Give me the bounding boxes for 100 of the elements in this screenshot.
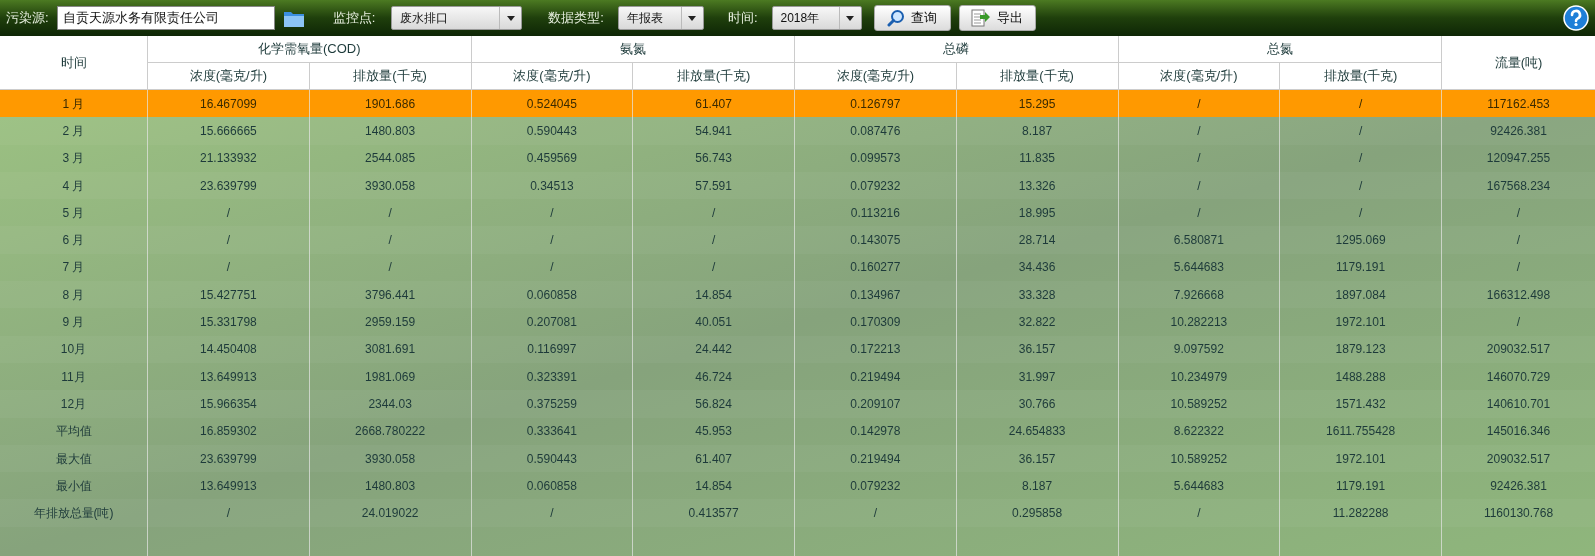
table-cell: 15.966354 [147,390,309,418]
table-cell: 0.079232 [794,472,956,500]
table-row[interactable]: 6 月 / / / / 0.143075 28.714 6.580871 1295.069 / [0,226,1595,254]
table-cell: / [147,226,309,254]
table-cell: 1879.123 [1279,335,1441,363]
table-cell: 2668.780222 [308,417,471,445]
table-cell: / [1279,117,1441,145]
table-row[interactable]: 2 月 15.666665 1480.803 0.590443 54.941 0.087476 8.187 / / 92426.381 [0,117,1595,145]
table-cell-text: 最小值 [54,477,93,495]
table-cell: 146070.729 [1441,362,1595,391]
table-cell: 34.436 [955,253,1118,282]
search-icon [887,9,905,27]
table-cell: 0.524045 [470,90,633,118]
table-cell: / [1117,171,1280,200]
table-cell: 1480.803 [308,472,471,500]
table-cell: 145016.346 [1441,417,1595,445]
table-cell: 0.34513 [470,171,633,200]
table-cell: 5.644683 [1117,472,1280,500]
table-cell: 8.622322 [1117,417,1280,445]
table-cell-text: 9 月 [61,314,86,331]
column-header: 浓度(毫克/升) [1117,63,1280,89]
table-cell: / [147,499,309,527]
table-cell: 31.997 [955,362,1118,391]
table-row[interactable]: 平均值 16.859302 2668.780222 0.333641 45.953 0.142978 24.654833 8.622322 1611.755428 145016.346 [0,417,1595,445]
table-cell: 14.450408 [147,335,309,363]
source-field[interactable]: 自贡天源水务有限责任公司 [56,6,275,30]
table-cell: 0.172213 [794,335,956,363]
table-cell: 3796.441 [308,281,471,309]
dropdown[interactable]: 年报表 [617,6,704,30]
column-group-header: 总氮 [1117,36,1441,63]
table-cell: 3930.058 [308,444,471,473]
table-cell: / [632,226,794,254]
table-row[interactable]: 12月 15.966354 2344.03 0.375259 56.824 0.209107 30.766 10.589252 1571.432 140610.701 [0,390,1595,418]
search-button[interactable]: 查询 [873,5,951,31]
table-row[interactable]: 8 月 15.427751 3796.441 0.060858 14.854 0.134967 33.328 7.926668 1897.084 166312.498 [0,281,1595,309]
table-cell: 3930.058 [308,171,471,200]
table-row[interactable]: 11月 13.649913 1981.069 0.323391 46.724 0.219494 31.997 10.234979 1488.288 146070.729 [0,362,1595,391]
table-cell: 0.333641 [470,417,633,445]
table-cell: 0.160277 [794,253,956,282]
table-cell: 8.187 [955,472,1118,500]
table-cell: 0.459569 [470,144,633,172]
table-cell: / [1279,171,1441,200]
table-cell: 24.654833 [955,417,1118,445]
table-cell-text: 平均值 [54,423,93,441]
table-cell: 0.375259 [470,390,633,418]
dropdown[interactable]: 2018年 [771,6,862,30]
table-cell: / [1279,90,1441,118]
table-cell: / [308,253,471,282]
table-cell: 0.143075 [794,226,956,254]
table-cell: 0.219494 [794,362,956,391]
table-cell: 166312.498 [1441,281,1595,309]
table-cell: 0.590443 [470,117,633,145]
table-cell-text: 4 月 [61,177,86,195]
table-row[interactable]: 最大值 23.639799 3930.058 0.590443 61.407 0.219494 36.157 10.589252 1972.101 209032.517 [0,444,1595,473]
table-cell: / [632,253,794,282]
table-row[interactable]: 7 月 / / / / 0.160277 34.436 5.644683 1179.191 / [0,253,1595,282]
table-cell: 0.099573 [794,144,956,172]
table-cell: 16.467099 [147,90,309,118]
source-label: 污染源: [6,9,49,28]
table-cell: 0.295858 [955,499,1118,527]
table-row[interactable]: 10月 14.450408 3081.691 0.116997 24.442 0.172213 36.157 9.097592 1879.123 209032.517 [0,335,1595,363]
export-button[interactable]: 导出 [958,5,1036,31]
table-cell: 10.589252 [1117,444,1280,473]
table-row[interactable]: 最小值 13.649913 1480.803 0.060858 14.854 0.079232 8.187 5.644683 1179.191 92426.381 [0,472,1595,500]
table-cell-text: 1 月 [61,95,86,113]
table-cell: 15.295 [955,90,1118,118]
help-icon[interactable] [1563,5,1589,31]
column-group-header: 化学需氧量(COD) [147,36,471,63]
table-cell: 36.157 [955,444,1118,473]
table-row[interactable]: 5 月 / / / / 0.113216 18.995 / / / [0,199,1595,227]
table-cell: 0.413577 [632,499,794,527]
table-cell: 15.331798 [147,308,309,336]
table-cell: 0.060858 [470,281,633,309]
monitor-label: 监控点: [332,9,376,28]
table-cell-text: 2 月 [61,122,86,140]
table-cell: 56.743 [632,144,794,172]
table-cell: 46.724 [632,362,794,391]
table-cell: / [1117,117,1280,145]
table-row[interactable]: 1 月 16.467099 1901.686 0.524045 61.407 0.126797 15.295 / / 117162.453 [0,90,1595,118]
table-cell: 117162.453 [1441,90,1595,118]
table-cell: 2544.085 [308,144,471,172]
table-cell-text: 8 月 [61,286,86,304]
table-row[interactable]: 3 月 21.133932 2544.085 0.459569 56.743 0.099573 11.835 / / 120947.255 [0,144,1595,172]
table-cell: 13.326 [955,171,1118,200]
table-cell: 0.207081 [470,308,633,336]
table-row[interactable]: 9 月 15.331798 2959.159 0.207081 40.051 0.170309 32.822 10.282213 1972.101 / [0,308,1595,336]
table-cell: 23.639799 [147,171,309,200]
column-group-header: 氨氮 [470,36,794,63]
table-row[interactable]: 年排放总量(吨) / 24.019022 / 0.413577 / 0.295858 / 11.282288 1160130.768 [0,499,1595,527]
table-cell: / [794,499,956,527]
table-cell: 32.822 [955,308,1118,336]
caret-icon [846,15,854,21]
table-cell: 1901.686 [308,90,471,118]
table-cell: 209032.517 [1441,335,1595,363]
table-row[interactable]: 4 月 23.639799 3930.058 0.34513 57.591 0.079232 13.326 / / 167568.234 [0,171,1595,200]
table-cell: / [147,199,309,227]
dropdown[interactable]: 废水排口 [391,6,523,30]
table-cell: / [308,226,471,254]
table-cell: / [470,253,633,282]
table-cell: 0.126797 [794,90,956,118]
